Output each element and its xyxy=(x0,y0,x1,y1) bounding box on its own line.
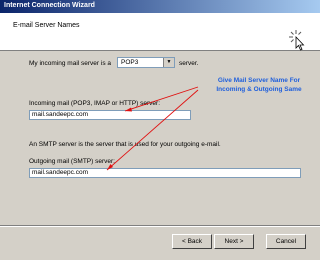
arrow-to-incoming xyxy=(124,86,199,112)
incoming-type-value: POP3 xyxy=(121,59,139,66)
incoming-type-suffix: server. xyxy=(179,60,199,67)
button-separator xyxy=(0,225,320,227)
back-button[interactable]: < Back xyxy=(172,234,212,249)
next-button[interactable]: Next > xyxy=(214,234,254,249)
incoming-server-input[interactable]: mail.sandeepc.com xyxy=(29,110,191,120)
incoming-type-label: My incoming mail server is a xyxy=(29,60,111,67)
incoming-type-select[interactable]: POP3 ▼ xyxy=(117,57,175,68)
smtp-description: An SMTP server is the server that is use… xyxy=(29,141,221,148)
wizard-header: E-mail Server Names xyxy=(0,13,320,51)
cursor-click-icon xyxy=(289,30,305,51)
chevron-down-icon[interactable]: ▼ xyxy=(163,58,174,67)
wizard-window: Internet Connection Wizard E-mail Server… xyxy=(0,0,320,260)
outgoing-server-input[interactable]: mail.sandeepc.com xyxy=(29,168,301,178)
page-title: E-mail Server Names xyxy=(13,22,80,29)
title-bar: Internet Connection Wizard xyxy=(0,0,320,13)
annotation-line-1: Give Mail Server Name For xyxy=(217,77,301,84)
incoming-server-label: Incoming mail (POP3, IMAP or HTTP) serve… xyxy=(29,100,160,107)
cancel-button[interactable]: Cancel xyxy=(266,234,306,249)
annotation-text: Give Mail Server Name For Incoming & Out… xyxy=(199,77,319,94)
annotation-line-2: Incoming & Outgoing Same xyxy=(216,85,302,93)
outgoing-server-label: Outgoing mail (SMTP) server: xyxy=(29,158,115,165)
window-title: Internet Connection Wizard xyxy=(4,2,95,9)
